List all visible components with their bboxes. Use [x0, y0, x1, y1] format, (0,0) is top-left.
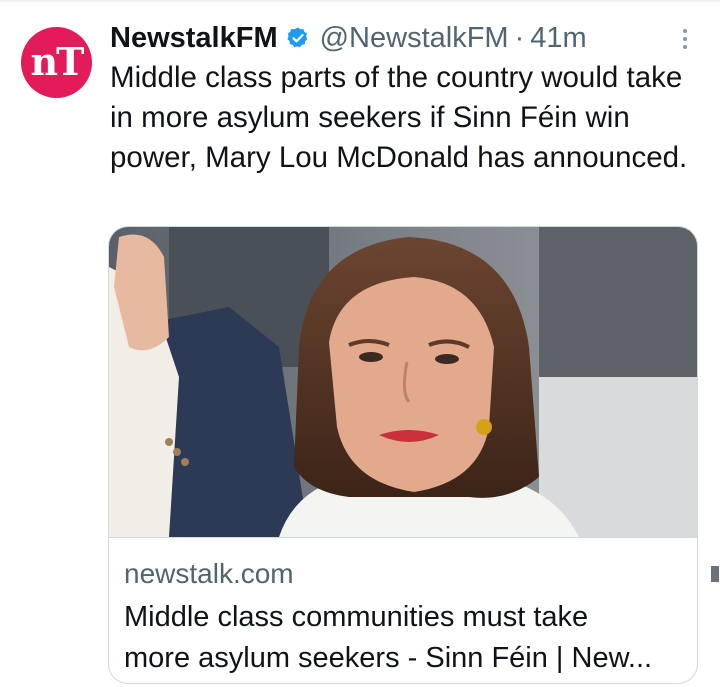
tweet[interactable]: nT NewstalkFM @NewstalkFM · 41m Middle c…: [0, 0, 720, 687]
tweet-header: NewstalkFM @NewstalkFM · 41m: [110, 18, 587, 58]
scrollbar-thumb[interactable]: [711, 566, 719, 582]
card-meta[interactable]: newstalk.com Middle class communities mu…: [109, 537, 697, 683]
card-title: Middle class communities must take more …: [124, 597, 689, 679]
verified-badge-icon: [287, 27, 307, 48]
card-domain: newstalk.com: [124, 558, 294, 589]
display-name[interactable]: NewstalkFM: [110, 22, 278, 55]
card-title-line-2: more asylum seekers - Sinn Féin | New...: [124, 642, 653, 674]
user-handle[interactable]: @NewstalkFM: [320, 22, 509, 55]
separator-dot: ·: [514, 21, 525, 54]
link-card[interactable]: newstalk.com Middle class communities mu…: [108, 226, 698, 684]
timestamp[interactable]: 41m: [530, 22, 586, 55]
avatar-logo-text: nT: [30, 38, 85, 84]
article-image: [109, 227, 697, 537]
avatar[interactable]: nT: [21, 27, 92, 98]
more-options-icon[interactable]: [675, 24, 695, 54]
tweet-text: Middle class parts of the country would …: [110, 61, 688, 174]
card-title-line-1: Middle class communities must take: [124, 601, 589, 633]
